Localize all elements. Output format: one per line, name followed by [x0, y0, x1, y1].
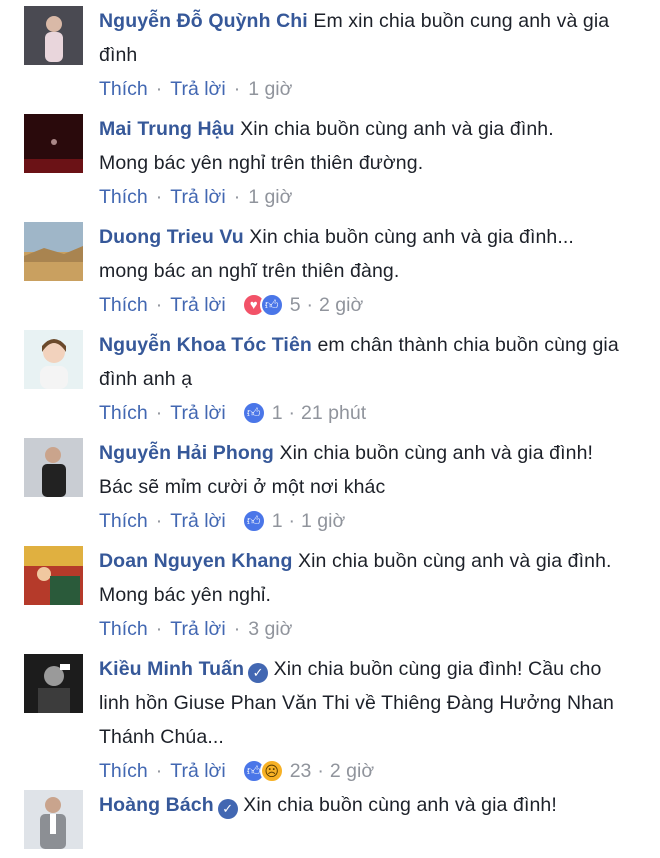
comment-actions: Thích · Trả lời 👍︎ 1 · 21 phút [99, 396, 639, 430]
reply-button[interactable]: Trả lời [170, 72, 225, 106]
comment-timestamp[interactable]: 3 giờ [248, 612, 292, 646]
separator-dot: · [317, 760, 324, 782]
like-button[interactable]: Thích [99, 72, 148, 106]
comment-actions: Thích · Trả lời 👍︎ 1 · 1 giờ [99, 504, 619, 538]
comment-body: Nguyễn Khoa Tóc Tiên em chân thành chia … [99, 328, 639, 430]
comment-timestamp[interactable]: 21 phút [301, 396, 366, 430]
comment-author[interactable]: Mai Trung Hậu [99, 118, 235, 140]
avatar[interactable] [24, 114, 83, 173]
reactions-summary[interactable]: 👍︎ 1 [241, 396, 283, 430]
comment-author[interactable]: Nguyễn Khoa Tóc Tiên [99, 334, 312, 356]
reply-button[interactable]: Trả lời [170, 754, 225, 788]
comment-text-block: Mai Trung Hậu Xin chia buồn cùng anh và … [99, 112, 599, 180]
separator-dot: · [233, 186, 241, 208]
comment-text-block: Hoàng Bách ✓ Xin chia buồn cùng anh và gi… [99, 788, 619, 822]
reaction-count: 1 [271, 510, 283, 532]
comment-actions: Thích · Trả lời · 3 giờ [99, 612, 619, 646]
separator-dot: · [306, 294, 314, 316]
avatar[interactable] [24, 330, 83, 389]
comment-actions: Thích · Trả lời · 1 giờ [99, 72, 619, 106]
comment-body: Kiều Minh Tuấn ✓ Xin chia buồn cùng gia đ… [99, 652, 619, 788]
reactions-summary[interactable]: 👍︎ 1 [241, 504, 283, 538]
avatar[interactable] [24, 790, 83, 849]
separator-dot: · [155, 186, 163, 208]
comment-text-block: Nguyễn Hải Phong Xin chia buồn cùng anh … [99, 436, 619, 504]
comment-text: Xin chia buồn cùng anh và gia đình! [243, 794, 557, 816]
avatar[interactable] [24, 222, 83, 281]
comment-author[interactable]: Doan Nguyen Khang [99, 550, 292, 572]
comment-actions: Thích · Trả lời · 1 giờ [99, 180, 599, 214]
reply-button[interactable]: Trả lời [170, 288, 225, 322]
comment-body: Nguyễn Đỗ Quỳnh Chi Em xin chia buồn cun… [99, 4, 619, 106]
separator-dot: · [155, 510, 163, 532]
separator-dot: · [155, 294, 163, 316]
like-button[interactable]: Thích [99, 612, 148, 646]
comment-timestamp[interactable]: 1 giờ [248, 72, 292, 106]
separator-dot: · [155, 760, 163, 782]
avatar[interactable] [24, 546, 83, 605]
comment-author[interactable]: Hoàng Bách [99, 794, 214, 816]
reaction-count: 5 [289, 294, 301, 316]
like-reaction-icon: 👍︎ [259, 293, 284, 317]
comment-text-block: Kiều Minh Tuấn ✓ Xin chia buồn cùng gia đ… [99, 652, 619, 754]
separator-dot: · [233, 618, 241, 640]
comment-timestamp[interactable]: 1 giờ [301, 504, 345, 538]
comment-body: Hoàng Bách ✓ Xin chia buồn cùng anh và gi… [99, 788, 619, 822]
like-reaction-icon: 👍︎ [241, 401, 266, 425]
comment-author[interactable]: Nguyễn Hải Phong [99, 442, 274, 464]
comment-actions: Thích · Trả lời ♥ 👍︎ 5 · 2 giờ [99, 288, 599, 322]
comment-author[interactable]: Duong Trieu Vu [99, 226, 244, 248]
comment-body: Duong Trieu Vu Xin chia buồn cùng anh và… [99, 220, 599, 322]
verified-badge-icon: ✓ [217, 799, 238, 819]
like-reaction-icon: 👍︎ [241, 509, 266, 533]
avatar[interactable] [24, 6, 83, 65]
like-button[interactable]: Thích [99, 396, 148, 430]
reply-button[interactable]: Trả lời [170, 396, 225, 430]
reaction-count: 1 [271, 402, 283, 424]
separator-dot: · [288, 402, 296, 424]
comment-timestamp[interactable]: 2 giờ [330, 754, 374, 788]
comment-timestamp[interactable]: 1 giờ [248, 180, 292, 214]
reply-button[interactable]: Trả lời [170, 504, 225, 538]
comment-text-block: Duong Trieu Vu Xin chia buồn cùng anh và… [99, 220, 599, 288]
like-button[interactable]: Thích [99, 754, 148, 788]
verified-badge-icon: ✓ [248, 663, 269, 683]
comment-timestamp[interactable]: 2 giờ [319, 288, 363, 322]
reaction-count: 23 [289, 760, 312, 782]
separator-dot: · [288, 510, 296, 532]
avatar[interactable] [24, 438, 83, 497]
reactions-summary[interactable]: 👍︎ ☹ 23 [241, 754, 312, 788]
comment-actions: Thích · Trả lời 👍︎ ☹ 23 · 2 giờ [99, 754, 619, 788]
avatar[interactable] [24, 654, 83, 713]
like-button[interactable]: Thích [99, 288, 148, 322]
comment-author[interactable]: Kiều Minh Tuấn [99, 658, 244, 680]
reactions-summary[interactable]: ♥ 👍︎ 5 [241, 288, 301, 322]
comment-body: Nguyễn Hải Phong Xin chia buồn cùng anh … [99, 436, 619, 538]
comment-text-block: Doan Nguyen Khang Xin chia buồn cùng anh… [99, 544, 619, 612]
comment-text-block: Nguyễn Đỗ Quỳnh Chi Em xin chia buồn cun… [99, 4, 619, 72]
separator-dot: · [155, 402, 163, 424]
reply-button[interactable]: Trả lời [170, 180, 225, 214]
separator-dot: · [155, 618, 163, 640]
like-button[interactable]: Thích [99, 504, 148, 538]
reply-button[interactable]: Trả lời [170, 612, 225, 646]
comment-body: Mai Trung Hậu Xin chia buồn cùng anh và … [99, 112, 599, 214]
comment-body: Doan Nguyen Khang Xin chia buồn cùng anh… [99, 544, 619, 646]
comment-author[interactable]: Nguyễn Đỗ Quỳnh Chi [99, 10, 308, 32]
like-button[interactable]: Thích [99, 180, 148, 214]
separator-dot: · [233, 78, 241, 100]
separator-dot: · [155, 78, 163, 100]
sad-reaction-icon: ☹ [259, 759, 284, 783]
comment-text-block: Nguyễn Khoa Tóc Tiên em chân thành chia … [99, 328, 639, 396]
